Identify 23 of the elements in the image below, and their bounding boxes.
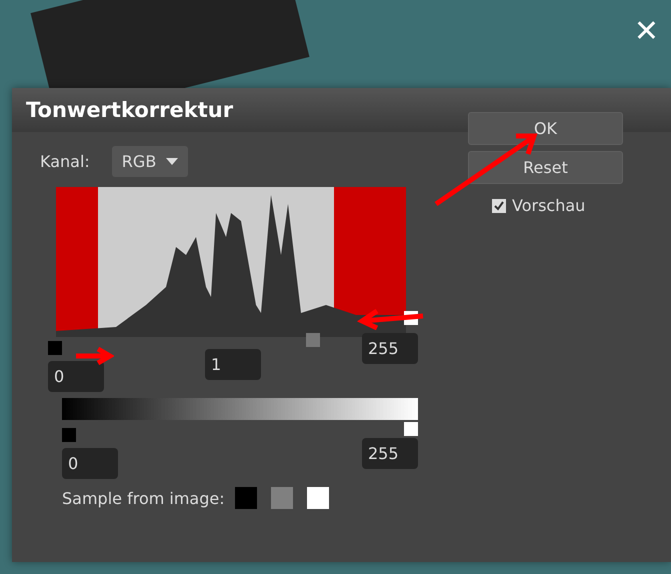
sample-swatch[interactable]	[234, 487, 257, 509]
channel-dropdown[interactable]: RGB	[112, 146, 188, 177]
output-low-field[interactable]: 0	[62, 448, 118, 479]
input-low-handle[interactable]	[48, 341, 62, 355]
preview-label: Vorschau	[512, 196, 586, 215]
gamma-handle[interactable]	[306, 333, 320, 347]
output-low-handle[interactable]	[62, 428, 76, 442]
input-high-field[interactable]: 255	[362, 333, 418, 364]
output-high-field[interactable]: 255	[362, 438, 418, 469]
dialog-title: Tonwertkorrektur	[26, 98, 234, 122]
sample-swatch[interactable]	[306, 487, 329, 509]
caret-icon	[166, 158, 178, 165]
gamma-field[interactable]: 1	[205, 349, 261, 380]
ok-button[interactable]: OK	[468, 112, 623, 145]
reset-button[interactable]: Reset	[468, 151, 623, 184]
output-high-handle[interactable]	[404, 422, 418, 436]
annotation-arrow	[74, 346, 114, 366]
channel-label: Kanal:	[40, 152, 90, 171]
sample-label: Sample from image:	[62, 488, 225, 508]
input-low-field[interactable]: 0	[48, 361, 104, 392]
preview-checkbox[interactable]	[492, 198, 506, 212]
close-button[interactable]: ✕	[634, 14, 659, 49]
sample-swatch[interactable]	[270, 487, 293, 509]
